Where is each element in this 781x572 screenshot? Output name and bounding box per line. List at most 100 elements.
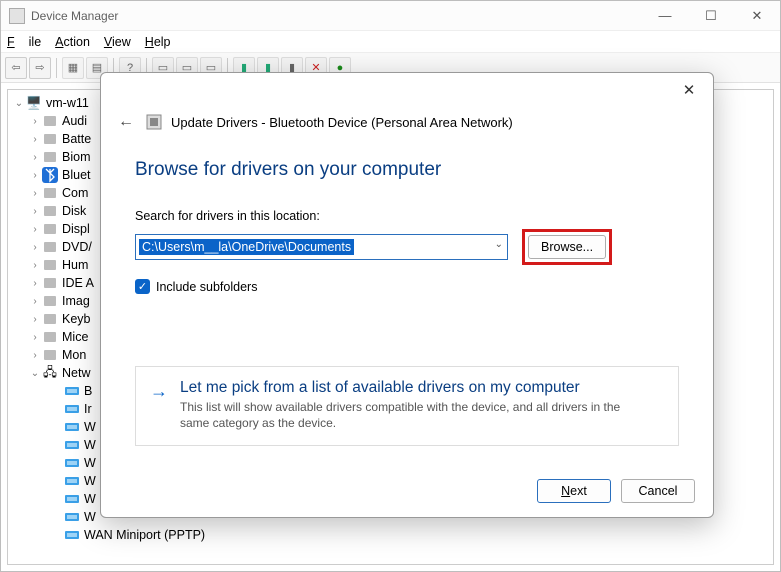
device-icon [42,275,58,291]
adapter-icon [64,491,80,507]
expand-icon[interactable]: › [28,134,42,145]
tree-item-label: Audi [62,114,87,128]
device-icon [42,221,58,237]
tree-item-label: W [84,456,96,470]
network-icon: 🖧 [42,365,58,381]
browse-highlight: Browse... [522,229,612,265]
tree-item-label: Com [62,186,88,200]
device-icon [42,347,58,363]
adapter-icon [64,401,80,417]
tree-root-label: vm-w11 [46,96,89,110]
tree-item-label: Mon [62,348,86,362]
tree-item-label: Ir [84,402,92,416]
tree-item-label: W [84,438,96,452]
device-icon [42,293,58,309]
expand-icon[interactable]: › [28,350,42,361]
tree-item-label: W [84,420,96,434]
driver-icon [145,113,163,131]
adapter-icon [64,527,80,543]
pick-title: Let me pick from a list of available dri… [180,379,650,397]
dialog-close-button[interactable]: ✕ [675,76,703,104]
window-title: Device Manager [31,9,642,23]
expand-icon[interactable]: › [28,296,42,307]
dialog-title: Update Drivers - Bluetooth Device (Perso… [171,115,513,130]
pick-from-list-option[interactable]: → Let me pick from a list of available d… [135,366,679,446]
dialog-header: ← Update Drivers - Bluetooth Device (Per… [101,107,713,145]
expand-icon[interactable]: › [28,314,42,325]
device-icon [42,149,58,165]
forward-button[interactable]: ⇨ [29,57,51,79]
maximize-button[interactable]: ☐ [688,1,734,31]
device-icon [42,185,58,201]
close-button[interactable]: ✕ [734,1,780,31]
expand-icon[interactable]: › [28,260,42,271]
tree-item-label: Keyb [62,312,91,326]
device-icon [42,311,58,327]
device-icon [42,131,58,147]
device-icon [42,203,58,219]
expand-icon[interactable]: › [28,206,42,217]
device-icon [42,329,58,345]
tree-item-label: Displ [62,222,90,236]
pick-description: This list will show available drivers co… [180,399,650,431]
menu-view[interactable]: View [104,35,131,49]
expand-icon[interactable]: › [28,224,42,235]
browse-button[interactable]: Browse... [528,235,606,259]
device-icon [42,113,58,129]
toolbar-btn-1[interactable]: ▦ [62,57,84,79]
tree-item-label: Batte [62,132,91,146]
tree-item-label: Netw [62,366,90,380]
expand-icon[interactable]: › [28,278,42,289]
search-location-label: Search for drivers in this location: [135,209,679,223]
menu-file[interactable]: File [7,35,41,49]
next-button[interactable]: Next [537,479,611,503]
back-button[interactable]: ⇦ [5,57,27,79]
chevron-down-icon[interactable]: ⌄ [495,239,503,250]
include-subfolders-row[interactable]: ✓ Include subfolders [135,279,679,294]
tree-item-label: W [84,474,96,488]
expand-icon[interactable]: › [28,170,42,181]
tree-item-label: W [84,492,96,506]
tree-item-label: W [84,510,96,524]
device-icon [42,239,58,255]
tree-item-label: DVD/ [62,240,92,254]
menubar: File Action View Help [1,31,780,53]
tree-item-label: B [84,384,92,398]
adapter-icon [64,473,80,489]
adapter-icon [64,455,80,471]
tree-item-label: IDE A [62,276,94,290]
tree-item-label: Bluet [62,168,91,182]
expand-icon[interactable]: › [28,332,42,343]
tree-item-label: Disk [62,204,86,218]
minimize-button[interactable]: — [642,1,688,31]
adapter-icon [64,419,80,435]
app-icon [9,8,25,24]
titlebar: Device Manager — ☐ ✕ [1,1,780,31]
expand-icon[interactable]: ⌄ [12,98,26,109]
adapter-icon [64,437,80,453]
adapter-icon [64,509,80,525]
device-icon [42,257,58,273]
dialog-heading: Browse for drivers on your computer [135,159,679,181]
expand-icon[interactable]: › [28,152,42,163]
path-combobox[interactable]: C:\Users\m__la\OneDrive\Documents ⌄ [135,234,508,260]
menu-help[interactable]: Help [145,35,171,49]
menu-action[interactable]: Action [55,35,90,49]
cancel-button[interactable]: Cancel [621,479,695,503]
device-icon [42,167,58,183]
expand-icon[interactable]: › [28,116,42,127]
arrow-right-icon: → [150,379,168,431]
tree-item-label: Mice [62,330,88,344]
path-value: C:\Users\m__la\OneDrive\Documents [139,239,354,255]
update-drivers-dialog: ✕ ← Update Drivers - Bluetooth Device (P… [100,72,714,518]
computer-icon: 🖥️ [26,95,42,111]
checkbox-checked-icon[interactable]: ✓ [135,279,150,294]
expand-icon[interactable]: › [28,242,42,253]
include-subfolders-label: Include subfolders [156,280,257,294]
expand-icon[interactable]: › [28,188,42,199]
tree-item-label: Biom [62,150,90,164]
tree-wan-miniport[interactable]: WAN Miniport (PPTP) [8,526,773,544]
tree-item-label: Hum [62,258,88,272]
expand-icon[interactable]: ⌄ [28,368,42,379]
dialog-back-button[interactable]: ← [113,109,139,135]
